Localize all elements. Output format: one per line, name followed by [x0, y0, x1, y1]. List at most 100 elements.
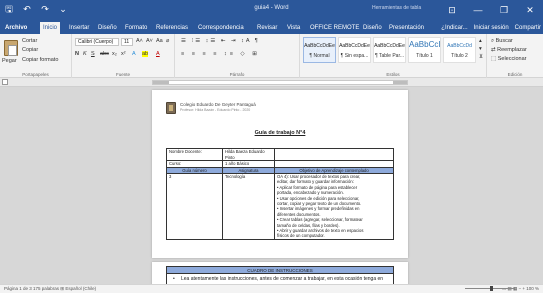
- tab-references[interactable]: Referencias: [153, 22, 191, 34]
- paste-button-label[interactable]: Pegar: [2, 58, 17, 64]
- style-heading-2[interactable]: AaBbCcDd Título 2: [443, 37, 476, 63]
- tab-table-design[interactable]: Diseño: [360, 22, 385, 34]
- context-tab-title: Herramientas de tabla: [372, 5, 422, 11]
- style-sample: AaBbCcI: [409, 40, 441, 49]
- tab-format[interactable]: Formato: [122, 22, 150, 34]
- document-page[interactable]: Colegio Eduardo De Geyter Pantaguá Profe…: [152, 90, 408, 258]
- tell-me-search[interactable]: ¿Indicar...: [441, 22, 467, 34]
- editing-group: ⌕ Buscar ⇄ Reemplazar ⬚ Seleccionar Edic…: [487, 34, 543, 78]
- select-label: Seleccionar: [497, 56, 527, 62]
- close-button[interactable]: ✕: [517, 0, 543, 20]
- font-size-box[interactable]: 11: [121, 38, 133, 46]
- replace-label: Reemplazar: [497, 47, 527, 53]
- tab-view[interactable]: Vista: [284, 22, 303, 34]
- objective-cell[interactable]: OA 4): Usar procesador de textos para cr…: [274, 173, 394, 240]
- styles-scroll-up-icon[interactable]: ▴: [479, 38, 482, 44]
- paragraph-group: ☰ ⁝☰ ↕☰ ⇤ ⇥ ↕A ¶ ≡ ≡ ≡ ≡ ↕≡ ◇ ⊞ Párrafo: [175, 34, 300, 78]
- bold-button[interactable]: N: [75, 51, 79, 57]
- font-group-label: Fuente: [115, 72, 130, 77]
- subscript-button[interactable]: x₂: [112, 51, 117, 57]
- highlight-button[interactable]: ab: [142, 51, 149, 57]
- zoom-slider-thumb[interactable]: [490, 286, 493, 291]
- tab-table-layout[interactable]: Presentación: [386, 22, 427, 34]
- status-left[interactable]: Página 1 de 3 175 palabras ⊞ Español (Ch…: [4, 286, 96, 292]
- find-label: Buscar: [495, 38, 513, 44]
- style-name: ¶ Sin espa...: [340, 53, 369, 59]
- left-margin-marker[interactable]: [153, 81, 169, 84]
- subject-cell[interactable]: Tecnología: [222, 173, 275, 240]
- style-heading-1[interactable]: AaBbCcI Título 1: [408, 37, 441, 63]
- styles-scroll-down-icon[interactable]: ▾: [479, 46, 482, 52]
- find-button[interactable]: ⌕ Buscar: [491, 38, 513, 45]
- ribbon-tabs: Archivo Inicio Insertar Diseño Formato R…: [0, 20, 543, 34]
- paragraph-row-1[interactable]: ☰ ⁝☰ ↕☰ ⇤ ⇥ ↕A ¶: [181, 38, 260, 44]
- teacher-label-cell[interactable]: Nombre Docente:: [166, 148, 223, 161]
- copy-button[interactable]: Copiar: [22, 47, 38, 53]
- teacher-value-cell[interactable]: Hilda Baeza Eduardo Pinto: [222, 148, 275, 161]
- clear-format-icon[interactable]: ⌀: [166, 38, 169, 44]
- font-group: Calibri (Cuerpo) 11 A˄ A˅ Aa ⌀ N K S abc…: [72, 34, 175, 78]
- font-color-button[interactable]: A: [156, 51, 160, 57]
- underline-button[interactable]: S: [91, 51, 95, 57]
- tab-insert[interactable]: Insertar: [66, 22, 92, 34]
- tab-mailings[interactable]: Correspondencia: [195, 22, 247, 34]
- share-button[interactable]: Compartir: [515, 22, 541, 34]
- sign-in-link[interactable]: Iniciar sesión: [474, 22, 509, 34]
- document-page-2[interactable]: CUADRO DE INSTRUCCIONES Lea atentamente …: [152, 262, 408, 284]
- ribbon-display-options-icon[interactable]: ⊡: [439, 0, 465, 20]
- window-controls: ⊡ — ❐ ✕: [439, 0, 543, 20]
- ribbon: Pegar Cortar Copiar Copiar formato Porta…: [0, 34, 543, 78]
- text-effects-button[interactable]: A: [132, 51, 136, 57]
- right-margin-marker[interactable]: [393, 81, 407, 84]
- guide-info-table[interactable]: Nombre Docente: Hilda Baeza Eduardo Pint…: [166, 148, 394, 240]
- select-button[interactable]: ⬚ Seleccionar: [491, 56, 526, 62]
- shrink-font-button[interactable]: A˅: [146, 38, 153, 44]
- font-name-box[interactable]: Calibri (Cuerpo): [75, 38, 119, 46]
- guide-title: Guía de trabajo N°4: [254, 130, 306, 136]
- tab-home[interactable]: Inicio: [40, 22, 61, 34]
- ruler-strip[interactable]: [152, 80, 408, 85]
- instruction-line[interactable]: Lea atentamente las instrucciones, antes…: [166, 274, 394, 284]
- tab-file[interactable]: Archivo: [2, 22, 31, 34]
- minimize-button[interactable]: —: [465, 0, 491, 20]
- styles-group: AaBbCcDdEe ¶ Normal AaBbCcDdEe ¶ Sin esp…: [300, 34, 487, 78]
- document-workspace[interactable]: Colegio Eduardo De Geyter Pantaguá Profe…: [0, 88, 543, 284]
- change-case-button[interactable]: Aa: [156, 38, 163, 44]
- horizontal-ruler[interactable]: [0, 78, 543, 87]
- school-subtitle: Profesor: Hilda Bazán - Eduardo Pinto - …: [180, 108, 251, 112]
- restore-button[interactable]: ❐: [491, 0, 517, 20]
- style-name: Título 1: [416, 53, 433, 59]
- school-logo: [166, 102, 176, 114]
- italic-button[interactable]: K: [83, 51, 87, 57]
- style-table-paragraph[interactable]: AaBbCcDdEe ¶ Table Par...: [373, 37, 406, 63]
- tab-office-remote[interactable]: OFFICE REMOTE: [307, 22, 362, 34]
- empty-cell[interactable]: [274, 148, 394, 161]
- styles-more-icon[interactable]: ⊻: [479, 54, 483, 60]
- title-bar: 🖫 ↶ ↷ ⌄ guia4 - Word Herramientas de tab…: [0, 0, 543, 20]
- styles-group-label: Estilos: [386, 72, 400, 77]
- grow-font-button[interactable]: A˄: [136, 38, 143, 44]
- guide-number-cell[interactable]: 3: [166, 173, 223, 240]
- instructions-header[interactable]: CUADRO DE INSTRUCCIONES: [166, 266, 394, 274]
- paste-icon[interactable]: [4, 40, 18, 56]
- style-name: ¶ Table Par...: [375, 53, 404, 59]
- superscript-button[interactable]: x²: [121, 51, 126, 57]
- style-name: Título 2: [451, 53, 468, 59]
- strikethrough-button[interactable]: abc: [100, 51, 109, 57]
- style-normal[interactable]: AaBbCcDdEe ¶ Normal: [303, 37, 336, 63]
- select-icon: ⬚: [491, 56, 498, 62]
- style-sample: AaBbCcDdEe: [374, 43, 405, 49]
- paragraph-row-2[interactable]: ≡ ≡ ≡ ≡ ↕≡ ◇ ⊞: [181, 51, 260, 57]
- status-right[interactable]: ▭ ▤ ▦ − + 100 %: [502, 286, 539, 292]
- tab-design[interactable]: Diseño: [95, 22, 120, 34]
- style-sample: AaBbCcDd: [447, 43, 472, 49]
- paragraph-group-label: Párrafo: [229, 72, 245, 77]
- format-painter-button[interactable]: Copiar formato: [22, 57, 58, 63]
- style-no-spacing[interactable]: AaBbCcDdEe ¶ Sin espa...: [338, 37, 371, 63]
- tab-review[interactable]: Revisar: [254, 22, 280, 34]
- clipboard-group-label: Portapapeles: [22, 72, 49, 77]
- cut-button[interactable]: Cortar: [22, 38, 37, 44]
- replace-button[interactable]: ⇄ Reemplazar: [491, 47, 527, 53]
- style-sample: AaBbCcDdEe: [304, 43, 335, 49]
- tab-selector[interactable]: [2, 79, 8, 85]
